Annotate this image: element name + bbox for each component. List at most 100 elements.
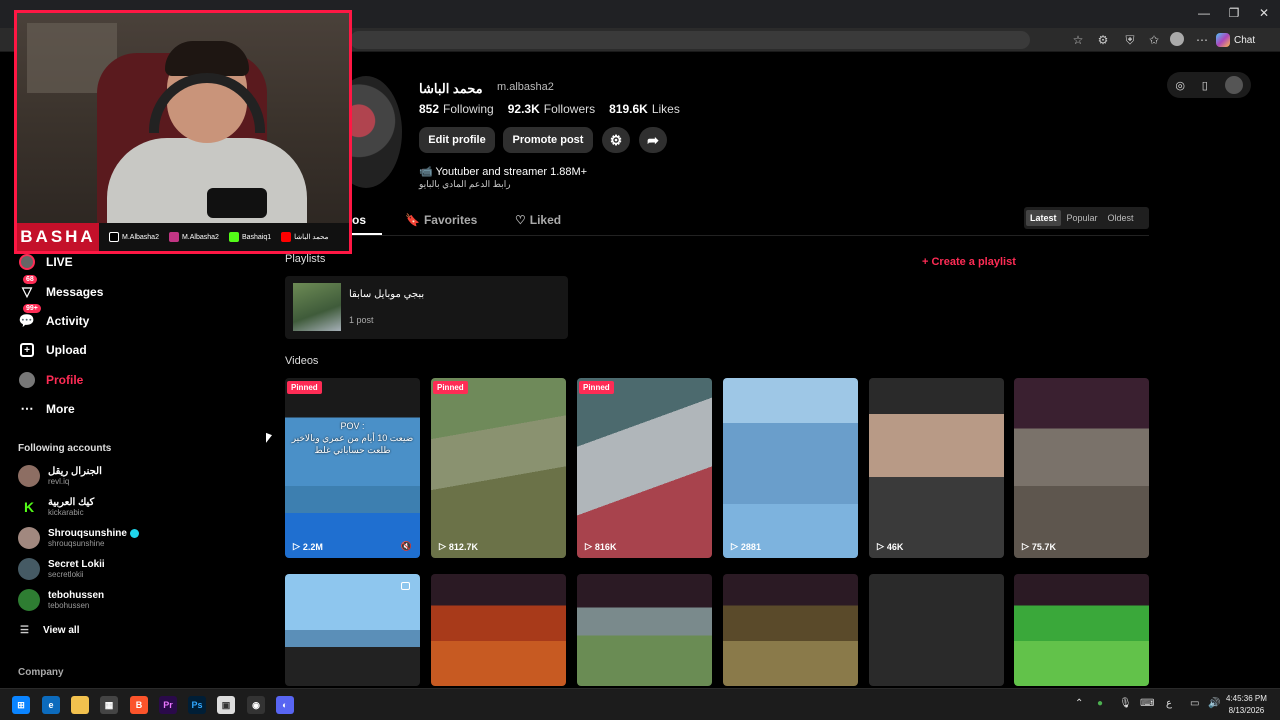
menu-dots-icon[interactable]: ⋯	[1194, 32, 1210, 48]
share-icon[interactable]: ➦	[639, 127, 667, 153]
sidebar-item-messages[interactable]: ▽ 68 Messages	[18, 275, 103, 301]
view-count: ▷ 2.2M	[293, 541, 323, 552]
instagram-icon	[168, 232, 179, 242]
maximize-icon[interactable]: ❐	[1220, 6, 1248, 20]
tab-videos[interactable]: os	[352, 213, 366, 227]
volume-icon[interactable]: 🔊	[1208, 698, 1220, 709]
mic-icon[interactable]: 🎙	[1119, 698, 1132, 709]
tab-favorites[interactable]: 🔖 Favorites	[405, 213, 477, 227]
social-instagram: M.Albasha2	[168, 232, 219, 242]
system-clock[interactable]: 4:45:36 PM 8/13/2026	[1226, 693, 1267, 717]
video-card[interactable]	[723, 574, 858, 686]
avatar	[18, 558, 40, 580]
sidebar-item-profile[interactable]: Profile	[18, 371, 83, 389]
video-card[interactable]: Pinned ▷ 812.7K	[431, 378, 566, 558]
company-heading[interactable]: Company	[18, 667, 64, 678]
tiktok-icon	[109, 232, 119, 242]
sidebar-item-label: More	[46, 402, 75, 416]
video-card[interactable]	[285, 574, 420, 686]
playlist-title: ببجي موبايل سابقا	[349, 289, 425, 300]
followers-stat[interactable]: 92.3K Followers	[508, 102, 595, 116]
tray-chevron-icon[interactable]: ⌃	[1075, 698, 1083, 709]
video-card[interactable]	[431, 574, 566, 686]
sort-popular-button[interactable]: Popular	[1063, 210, 1102, 226]
sidebar-item-live[interactable]: LIVE	[18, 253, 73, 271]
shield-icon[interactable]: ⛨	[1122, 32, 1138, 48]
play-icon: ▷	[1022, 541, 1029, 551]
account-name: tebohussen	[48, 589, 105, 601]
language-indicator[interactable]: ع	[1166, 698, 1172, 709]
edit-profile-button[interactable]: Edit profile	[419, 127, 495, 153]
settings-gear-icon[interactable]: ⚙	[602, 127, 630, 153]
store-icon[interactable]: ▦	[100, 696, 118, 714]
following-account[interactable]: K كيك العربية kickarabic	[18, 496, 94, 518]
tray-app-icon[interactable]: ●	[1097, 698, 1103, 709]
account-name: كيك العربية	[48, 496, 95, 508]
video-card[interactable]	[577, 574, 712, 686]
webcam-overlay: BASHA M.Albasha2 M.Albasha2 Bashaiq1 محم…	[14, 10, 352, 254]
obs-icon[interactable]: ◉	[247, 696, 265, 714]
video-card[interactable]	[869, 574, 1004, 686]
sort-latest-button[interactable]: Latest	[1026, 210, 1061, 226]
windows-start-icon[interactable]: ⊞	[12, 696, 30, 714]
discord-icon[interactable]: ◐	[276, 696, 294, 714]
pinned-badge: Pinned	[433, 381, 468, 394]
messages-badge: 68	[23, 275, 37, 284]
following-account[interactable]: Shrouqsunshine shrouqsunshine	[18, 527, 139, 549]
chat-button[interactable]: Chat	[1216, 31, 1255, 49]
video-card[interactable]	[1014, 574, 1149, 686]
favorites-icon[interactable]: ✩	[1146, 32, 1162, 48]
close-icon[interactable]: ✕	[1250, 6, 1278, 20]
extension-icon[interactable]: ⚙	[1095, 32, 1111, 48]
youtube-icon	[281, 232, 292, 242]
play-icon: ▷	[731, 541, 738, 551]
globe-avatar-icon[interactable]	[1224, 76, 1243, 94]
following-account[interactable]: Secret Lokii secretlokii	[18, 558, 105, 580]
account-name: Secret Lokii	[48, 558, 105, 570]
view-all-link[interactable]: ☰ View all	[20, 625, 79, 636]
sidebar-item-label: Activity	[46, 314, 90, 328]
sidebar-item-label: Profile	[46, 373, 84, 387]
create-playlist-button[interactable]: + Create a playlist	[922, 256, 1016, 268]
tab-liked[interactable]: ♡ Liked	[515, 213, 561, 227]
video-card[interactable]: Pinned ▷ 816K	[577, 378, 712, 558]
account-handle: secretlokii	[48, 569, 84, 579]
edge-icon[interactable]: e	[42, 696, 60, 714]
premiere-icon[interactable]: Pr	[159, 696, 177, 714]
view-count: ▷ 812.7K	[439, 541, 478, 552]
video-card[interactable]: ▷ 2881	[723, 378, 858, 558]
sidebar-item-more[interactable]: ⋯ More	[18, 400, 75, 418]
photoshop-icon[interactable]: Ps	[188, 696, 206, 714]
bookmark-icon: 🔖	[405, 213, 420, 227]
keyboard-icon[interactable]: ⌨	[1140, 698, 1154, 709]
brave-icon[interactable]: B	[130, 696, 148, 714]
following-account[interactable]: tebohussen tebohussen	[18, 589, 104, 611]
network-icon[interactable]: ▭	[1190, 698, 1199, 709]
video-card[interactable]: Pinned POV : ضيعت 10 أيام من عمري وبالاخي…	[285, 378, 420, 558]
playlist-card[interactable]: ببجي موبايل سابقا 1 post	[285, 276, 568, 339]
phone-icon[interactable]: ▯	[1202, 79, 1208, 92]
video-caption-overlay: POV : ضيعت 10 أيام من عمري وبالاخير طلعت…	[291, 421, 414, 455]
sidebar-item-activity[interactable]: 💬 99+ Activity	[18, 304, 90, 330]
app-icon[interactable]: ▣	[217, 696, 235, 714]
following-stat[interactable]: 852 Following	[419, 102, 494, 116]
promote-post-button[interactable]: Promote post	[503, 127, 593, 153]
browser-profile-avatar[interactable]	[1170, 32, 1184, 46]
compass-icon[interactable]: ◎	[1175, 79, 1185, 92]
playlists-heading: Playlists	[285, 253, 326, 265]
avatar	[18, 527, 40, 549]
profile-handle: m.albasha2	[497, 81, 554, 93]
star-icon[interactable]: ☆	[1070, 32, 1086, 48]
sidebar-item-upload[interactable]: + Upload	[18, 341, 87, 359]
minimize-icon[interactable]: —	[1190, 6, 1218, 20]
mute-icon[interactable]: 🔇	[401, 541, 412, 552]
address-bar[interactable]	[350, 31, 1030, 49]
video-card[interactable]: ▷ 75.7K	[1014, 378, 1149, 558]
sort-oldest-button[interactable]: Oldest	[1104, 210, 1138, 226]
avatar	[18, 589, 40, 611]
pinned-badge: Pinned	[579, 381, 614, 394]
play-icon: ▷	[293, 541, 300, 551]
file-explorer-icon[interactable]	[71, 696, 89, 714]
following-account[interactable]: الجنرال ريقل revl.iq	[18, 465, 102, 487]
video-card[interactable]: ▷ 46K	[869, 378, 1004, 558]
